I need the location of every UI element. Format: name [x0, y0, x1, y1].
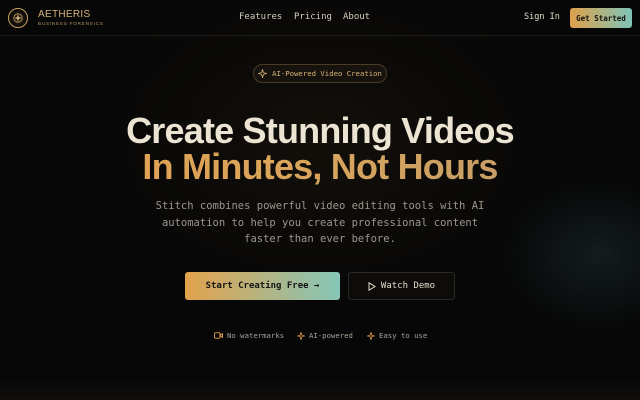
feature-label: AI-powered	[309, 331, 353, 340]
sparkles-icon	[258, 69, 268, 78]
start-creating-label: Start Creating Free →	[205, 281, 320, 291]
feature-label: Easy to use	[379, 331, 428, 340]
get-started-label: Get Started	[576, 13, 626, 23]
brand-text: AETHERIS BUSINESS FORENSICS	[38, 9, 104, 27]
nav-link-features[interactable]: Features	[239, 12, 282, 22]
feature-label: No watermarks	[227, 331, 285, 340]
brand-tagline: BUSINESS FORENSICS	[38, 21, 104, 26]
hero-title-line2: In Minutes, Not Hours	[0, 146, 640, 188]
logo-emblem-icon	[8, 8, 28, 28]
sign-in-link[interactable]: Sign In	[524, 12, 560, 22]
brand-logo[interactable]: AETHERIS BUSINESS FORENSICS	[8, 8, 104, 28]
watch-demo-label: Watch Demo	[380, 281, 436, 291]
watch-demo-button[interactable]: Watch Demo	[348, 272, 455, 300]
get-started-button[interactable]: Get Started	[570, 8, 632, 28]
hero-badge: AI-Powered Video Creation	[253, 64, 387, 83]
sparkles-icon	[297, 331, 305, 340]
hero-subtitle-line: Stitch combines powerful video editing t…	[155, 200, 485, 212]
hero-subtitle-line: automation to help you create profession…	[161, 216, 479, 229]
site-header: AETHERIS BUSINESS FORENSICS Features Pri…	[0, 0, 640, 36]
nav-link-pricing[interactable]: Pricing	[294, 12, 332, 22]
feature-item: AI-powered	[297, 331, 353, 340]
hero-badge-label: AI-Powered Video Creation	[272, 69, 382, 78]
feature-item: No watermarks	[214, 331, 284, 340]
play-icon	[368, 281, 376, 291]
hero-subtitle-line: faster than ever before.	[244, 233, 396, 245]
feature-item: Easy to use	[367, 331, 427, 340]
hero-subtitle: Stitch combines powerful video editing t…	[120, 198, 520, 248]
video-icon	[214, 332, 223, 339]
brand-name: AETHERIS	[38, 9, 91, 20]
bottom-section-edge	[0, 378, 640, 400]
start-creating-button[interactable]: Start Creating Free →	[185, 272, 340, 300]
sparkles-icon	[367, 331, 375, 340]
nav-link-about[interactable]: About	[343, 12, 370, 22]
